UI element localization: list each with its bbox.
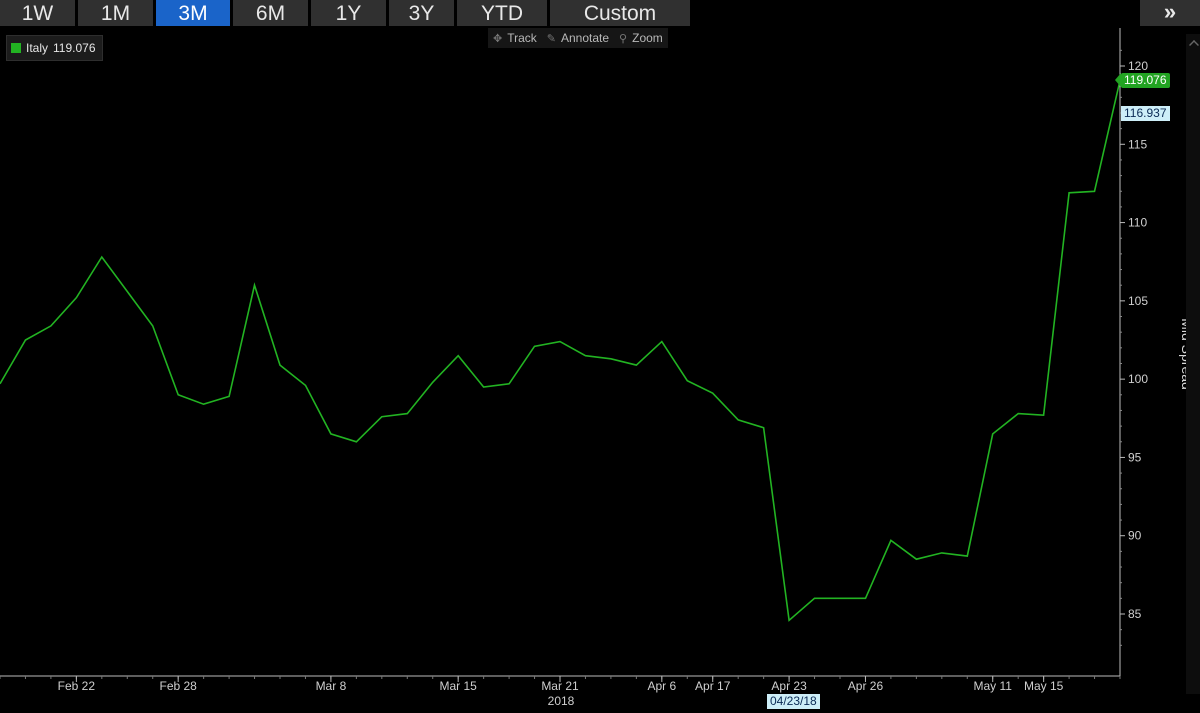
y-tick-label: 90 xyxy=(1128,529,1142,543)
last-value-tag: 119.076 xyxy=(1115,73,1170,88)
x-tick-label: Feb 22 xyxy=(58,679,96,693)
line-chart: 85 90 95 100 105 110 115 120 Feb 22 Feb 28 Mar 8 M… xyxy=(0,28,1195,708)
y-tick-label: 110 xyxy=(1128,216,1147,230)
x-tick-label: Mar 8 xyxy=(316,679,347,693)
y-tick-label: 120 xyxy=(1128,59,1148,73)
y-tick-label: 95 xyxy=(1128,450,1142,464)
vertical-scrollbar[interactable] xyxy=(1186,34,1200,694)
x-tick-label: May 11 xyxy=(973,679,1012,693)
cursor-value-tag: 116.937 xyxy=(1121,106,1170,121)
x-tick-label: Apr 23 xyxy=(771,679,807,693)
y-tick-label: 85 xyxy=(1128,607,1142,621)
y-tick-label: 100 xyxy=(1128,372,1148,386)
x-tick-label: Mar 21 xyxy=(541,679,579,693)
cursor-date-tag: 04/23/18 xyxy=(767,694,820,709)
y-tick-label: 105 xyxy=(1128,294,1148,308)
x-tick-label: Apr 17 xyxy=(695,679,731,693)
y-axis: 85 90 95 100 105 110 115 120 xyxy=(1119,28,1148,676)
year-label: 2018 xyxy=(548,694,575,708)
series-layer xyxy=(0,80,1121,622)
x-tick-label: Apr 26 xyxy=(848,679,884,693)
x-tick-label: Feb 28 xyxy=(160,679,198,693)
x-tick-label: May 15 xyxy=(1024,679,1064,693)
y-tick-label: 115 xyxy=(1128,137,1147,151)
series-line-italy xyxy=(0,80,1121,622)
x-tick-label: Mar 15 xyxy=(440,679,478,693)
x-tick-label: Apr 6 xyxy=(647,679,676,693)
x-axis: Feb 22 Feb 28 Mar 8 Mar 15 Mar 21 Apr 6 Apr 17… xyxy=(0,675,1121,708)
